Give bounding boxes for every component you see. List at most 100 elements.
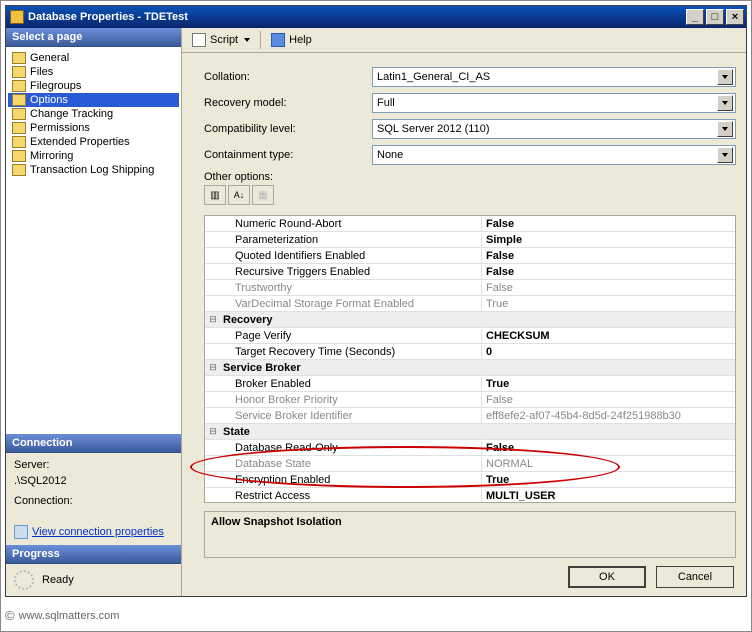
page-icon <box>12 94 26 106</box>
sidebar-item-label: Change Tracking <box>30 108 113 120</box>
alphabetical-button[interactable]: A↓ <box>228 185 250 205</box>
sidebar-item-files[interactable]: Files <box>8 65 179 79</box>
close-button[interactable]: × <box>726 9 744 25</box>
property-row[interactable]: Database Read-OnlyFalse <box>205 440 735 456</box>
property-row[interactable]: Broker EnabledTrue <box>205 376 735 392</box>
titlebar: Database Properties - TDETest _ □ × <box>6 6 746 28</box>
property-value[interactable]: False <box>481 265 735 279</box>
minimize-button[interactable]: _ <box>686 9 704 25</box>
chevron-down-icon <box>717 121 733 137</box>
page-icon <box>12 150 26 162</box>
page-icon <box>12 80 26 92</box>
property-name: Trustworthy <box>219 281 481 295</box>
property-row[interactable]: Service Broker Identifiereff8efe2-af07-4… <box>205 408 735 424</box>
categorized-button[interactable]: ▥ <box>204 185 226 205</box>
grid-tool-button[interactable]: ▦ <box>252 185 274 205</box>
property-row[interactable]: Restrict AccessMULTI_USER <box>205 488 735 503</box>
server-value: .\SQL2012 <box>14 475 173 487</box>
sidebar-item-filegroups[interactable]: Filegroups <box>8 79 179 93</box>
property-row[interactable]: Database StateNORMAL <box>205 456 735 472</box>
property-row[interactable]: Target Recovery Time (Seconds)0 <box>205 344 735 360</box>
form-area: Collation: Latin1_General_CI_AS Recovery… <box>182 53 746 215</box>
property-value: False <box>481 393 735 407</box>
property-name: Recursive Triggers Enabled <box>219 265 481 279</box>
chevron-down-icon <box>717 95 733 111</box>
maximize-button[interactable]: □ <box>706 9 724 25</box>
collapse-icon: ⊟ <box>205 314 219 325</box>
property-name: Database Read-Only <box>219 441 481 455</box>
property-row[interactable]: Page VerifyCHECKSUM <box>205 328 735 344</box>
dialog-body: Select a page General Files FilegroupsOpti… <box>6 28 746 596</box>
window-title: Database Properties - TDETest <box>28 11 684 23</box>
property-row[interactable]: TrustworthyFalse <box>205 280 735 296</box>
view-connection-link[interactable]: View connection properties <box>32 526 164 538</box>
help-button[interactable]: Help <box>267 31 316 49</box>
ok-button[interactable]: OK <box>568 566 646 588</box>
sidebar-item-label: Files <box>30 66 53 78</box>
property-row[interactable]: Encryption EnabledTrue <box>205 472 735 488</box>
description-title: Allow Snapshot Isolation <box>211 516 729 528</box>
collation-combo[interactable]: Latin1_General_CI_AS <box>372 67 736 87</box>
properties-icon <box>14 525 28 539</box>
recovery-combo[interactable]: Full <box>372 93 736 113</box>
property-value[interactable]: True <box>481 473 735 487</box>
sidebar-item-extended-properties[interactable]: Extended Properties <box>8 135 179 149</box>
property-value[interactable]: 0 <box>481 345 735 359</box>
property-row[interactable]: Numeric Round-AbortFalse <box>205 216 735 232</box>
property-grid[interactable]: Numeric Round-AbortFalseParameterization… <box>204 215 736 503</box>
help-icon <box>271 33 285 47</box>
description-panel: Allow Snapshot Isolation <box>204 511 736 558</box>
left-pane: Select a page General Files FilegroupsOpti… <box>6 28 182 596</box>
property-value[interactable]: True <box>481 377 735 391</box>
property-value[interactable]: MULTI_USER <box>481 489 735 503</box>
spacer <box>6 181 181 434</box>
help-label: Help <box>289 34 312 46</box>
sidebar-item-permissions[interactable]: Permissions <box>8 121 179 135</box>
property-value: eff8efe2-af07-45b4-8d5d-24f251988b30 <box>481 409 735 423</box>
chevron-down-icon <box>717 147 733 163</box>
property-row[interactable]: Recursive Triggers EnabledFalse <box>205 264 735 280</box>
contain-combo[interactable]: None <box>372 145 736 165</box>
sidebar-item-general[interactable]: General <box>8 51 179 65</box>
property-name: Page Verify <box>219 329 481 343</box>
progress-spinner-icon <box>14 570 34 590</box>
property-name: Restrict Access <box>219 489 481 503</box>
property-category[interactable]: ⊟Service Broker <box>205 360 735 376</box>
chevron-down-icon <box>717 69 733 85</box>
sidebar-item-options[interactable]: Options <box>8 93 179 107</box>
contain-label: Containment type: <box>204 149 372 161</box>
db-icon <box>10 10 24 24</box>
page-list: General Files FilegroupsOptionsChange Trac… <box>6 47 181 181</box>
property-value: True <box>481 297 735 311</box>
property-category[interactable]: ⊟Recovery <box>205 312 735 328</box>
property-row[interactable]: VarDecimal Storage Format EnabledTrue <box>205 296 735 312</box>
connection-panel: Server: .\SQL2012 Connection: View conne… <box>6 453 181 545</box>
other-options-label: Other options: <box>204 171 736 183</box>
property-row[interactable]: ParameterizationSimple <box>205 232 735 248</box>
property-value[interactable]: False <box>481 441 735 455</box>
property-row[interactable]: Quoted Identifiers EnabledFalse <box>205 248 735 264</box>
select-page-header: Select a page <box>6 28 181 47</box>
sidebar-item-label: General <box>30 52 69 64</box>
cancel-button[interactable]: Cancel <box>656 566 734 588</box>
property-value[interactable]: CHECKSUM <box>481 329 735 343</box>
sidebar-item-transaction-log-shipping[interactable]: Transaction Log Shipping <box>8 163 179 177</box>
property-value[interactable]: False <box>481 249 735 263</box>
right-pane: Script Help Collation: Latin1_General_CI… <box>182 28 746 596</box>
page-icon <box>12 136 26 148</box>
chevron-down-icon <box>244 38 250 42</box>
script-button[interactable]: Script <box>188 31 254 49</box>
grid-toolbar: ▥ A↓ ▦ <box>204 185 736 205</box>
property-name: Broker Enabled <box>219 377 481 391</box>
page-icon <box>12 52 26 64</box>
compat-combo[interactable]: SQL Server 2012 (110) <box>372 119 736 139</box>
property-value[interactable]: Simple <box>481 233 735 247</box>
collation-label: Collation: <box>204 71 372 83</box>
property-category[interactable]: ⊟State <box>205 424 735 440</box>
property-value[interactable]: False <box>481 217 735 231</box>
sidebar-item-mirroring[interactable]: Mirroring <box>8 149 179 163</box>
sidebar-item-label: Filegroups <box>30 80 81 92</box>
property-row[interactable]: Honor Broker PriorityFalse <box>205 392 735 408</box>
sidebar-item-change-tracking[interactable]: Change Tracking <box>8 107 179 121</box>
property-name: VarDecimal Storage Format Enabled <box>219 297 481 311</box>
